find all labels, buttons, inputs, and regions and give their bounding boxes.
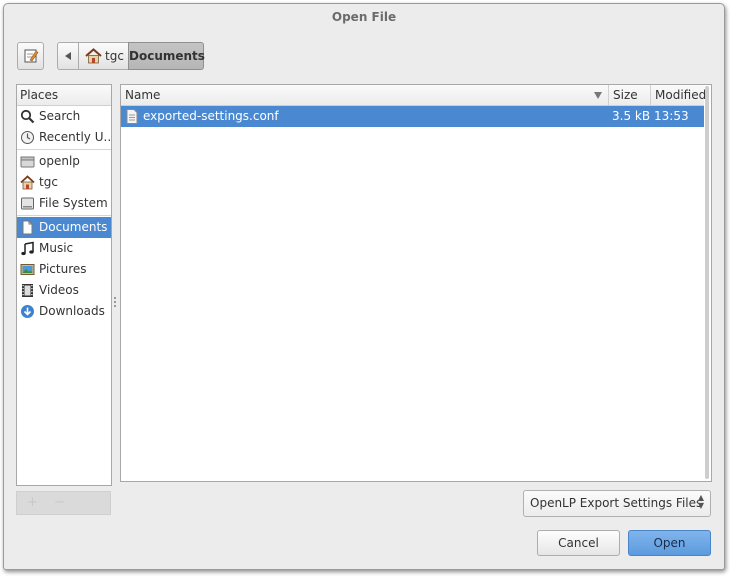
sidebar-item-label: File System: [39, 196, 108, 210]
drive-icon: [20, 156, 35, 168]
cancel-button[interactable]: Cancel: [537, 530, 620, 556]
sidebar-separator: [17, 149, 111, 150]
sidebar-item-openlp[interactable]: openlp: [17, 151, 111, 172]
places-header[interactable]: Places: [17, 85, 111, 106]
video-icon: [22, 284, 33, 297]
document-icon: [22, 220, 33, 235]
harddisk-icon: [21, 197, 34, 210]
music-icon: [21, 241, 34, 256]
text-file-icon: [126, 109, 138, 124]
sidebar-item-videos[interactable]: Videos: [17, 280, 111, 301]
sidebar-item-label: Videos: [39, 283, 79, 297]
sort-descending-icon: [594, 92, 602, 99]
breadcrumb-tgc[interactable]: tgc: [78, 42, 129, 70]
sidebar-item-downloads[interactable]: Downloads: [17, 301, 111, 322]
sidebar-item-label: Music: [39, 241, 74, 255]
left-arrow-icon: [65, 52, 71, 60]
file-modified: 13:53: [654, 109, 689, 123]
sidebar-item-label: Search: [39, 109, 81, 123]
sidebar-item-label: openlp: [39, 154, 80, 168]
file-type-filter[interactable]: OpenLP Export Settings Files ▲ ▼: [523, 490, 711, 517]
sidebar-item-documents[interactable]: Documents: [17, 217, 111, 238]
add-bookmark-button[interactable]: +: [27, 495, 38, 510]
path-back-button[interactable]: [57, 42, 79, 70]
sidebar-item-label: Recently U...: [39, 130, 111, 144]
file-row[interactable]: exported-settings.conf 3.5 kB 13:53: [121, 106, 704, 127]
download-icon: [21, 305, 34, 318]
vertical-scrollbar[interactable]: [705, 86, 709, 479]
sidebar-item-music[interactable]: Music: [17, 238, 111, 259]
sidebar-separator: [17, 215, 111, 216]
recent-icon: [21, 131, 34, 144]
pictures-icon: [20, 264, 35, 275]
column-label: Name: [125, 88, 161, 102]
breadcrumb-label: tgc: [105, 49, 124, 63]
sidebar-item-search[interactable]: Search: [17, 106, 111, 127]
file-list-header: Name Size Modified: [121, 85, 706, 106]
column-header-modified[interactable]: Modified: [650, 85, 706, 105]
file-list: Name Size Modified exported-settings.con…: [120, 84, 712, 482]
text-edit-icon: [24, 49, 39, 63]
sidebar-item-label: Downloads: [39, 304, 105, 318]
filter-selected: OpenLP Export Settings Files: [530, 496, 703, 510]
file-name: exported-settings.conf: [143, 109, 279, 123]
file-size: 3.5 kB: [612, 109, 651, 123]
sidebar-item-label: Pictures: [39, 262, 87, 276]
bookmark-toolbar: + −: [16, 491, 111, 515]
breadcrumb-documents[interactable]: Documents: [128, 42, 205, 70]
pane-resize-handle[interactable]: [114, 297, 116, 309]
updown-arrows-icon: ▲ ▼: [697, 493, 704, 510]
sidebar-item-label: tgc: [39, 175, 58, 189]
type-location-button[interactable]: [17, 42, 44, 70]
open-button[interactable]: Open: [628, 530, 711, 556]
remove-bookmark-button[interactable]: −: [54, 495, 65, 510]
open-file-dialog: Open File tgc Documents Places Search Re…: [3, 3, 725, 570]
sidebar-item-pictures[interactable]: Pictures: [17, 259, 111, 280]
home-icon: [20, 175, 35, 190]
sidebar-item-recent[interactable]: Recently U...: [17, 127, 111, 148]
home-icon: [85, 48, 102, 64]
column-header-name[interactable]: Name: [121, 85, 608, 105]
sidebar-item-label: Documents: [39, 220, 108, 234]
places-sidebar: Places Search Recently U... openlp tgc F…: [16, 84, 112, 486]
search-icon: [20, 109, 35, 124]
dialog-title: Open File: [331, 10, 397, 24]
sidebar-item-tgc[interactable]: tgc: [17, 172, 111, 193]
sidebar-item-filesystem[interactable]: File System: [17, 193, 111, 214]
column-header-size[interactable]: Size: [608, 85, 650, 105]
